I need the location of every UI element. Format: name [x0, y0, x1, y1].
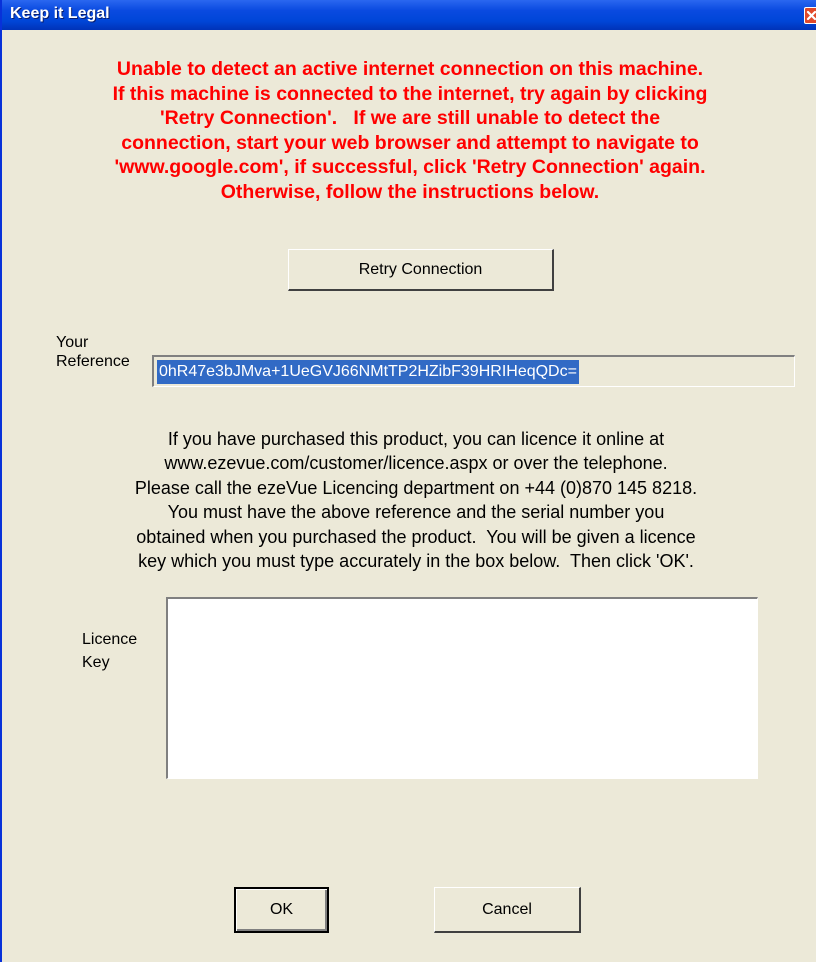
- title-bar[interactable]: Keep it Legal: [2, 0, 816, 30]
- info-line: If you have purchased this product, you …: [167, 429, 665, 449]
- reference-label-line: Your: [56, 334, 89, 351]
- reference-field[interactable]: 0hR47e3bJMva+1UeGVJ66NMtTP2HZibF39HRIHeq…: [152, 355, 795, 387]
- licensing-instructions: If you have purchased this product, you …: [18, 427, 814, 573]
- licence-key-label: Licence Key: [82, 628, 137, 674]
- reference-value: 0hR47e3bJMva+1UeGVJ66NMtTP2HZibF39HRIHeq…: [157, 360, 579, 384]
- info-line: key which you must type accurately in th…: [138, 551, 694, 572]
- ok-button[interactable]: OK: [234, 887, 329, 933]
- warning-line: connection, start your web browser and a…: [121, 131, 699, 154]
- reference-label-line: Reference: [56, 353, 130, 370]
- cancel-button[interactable]: Cancel: [434, 887, 581, 933]
- warning-line: Otherwise, follow the instructions below…: [220, 180, 600, 203]
- connection-warning: Unable to detect an active internet conn…: [32, 57, 788, 205]
- warning-line: 'Retry Connection'. If we are still unab…: [159, 107, 661, 130]
- close-icon: [806, 10, 816, 21]
- licence-key-input[interactable]: [166, 597, 758, 779]
- licence-key-label-line: Licence: [82, 631, 138, 648]
- retry-connection-button[interactable]: Retry Connection: [288, 249, 554, 291]
- warning-line: 'www.google.com', if successful, click '…: [114, 156, 706, 179]
- dialog-window: Keep it Legal Unable to detect an active…: [0, 0, 816, 962]
- licence-key-label-line: Key: [82, 654, 110, 671]
- window-title: Keep it Legal: [10, 5, 110, 22]
- reference-label: Your Reference: [56, 333, 130, 371]
- info-line: www.ezevue.com/customer/licence.aspx or …: [164, 453, 668, 474]
- warning-line: Unable to detect an active internet conn…: [116, 58, 704, 80]
- close-button[interactable]: [804, 7, 816, 24]
- info-line: You must have the above reference and th…: [167, 502, 665, 523]
- info-line: obtained when you purchased the product.…: [136, 526, 696, 547]
- info-line: Please call the ezeVue Licencing departm…: [134, 477, 698, 498]
- warning-line: If this machine is connected to the inte…: [112, 82, 708, 105]
